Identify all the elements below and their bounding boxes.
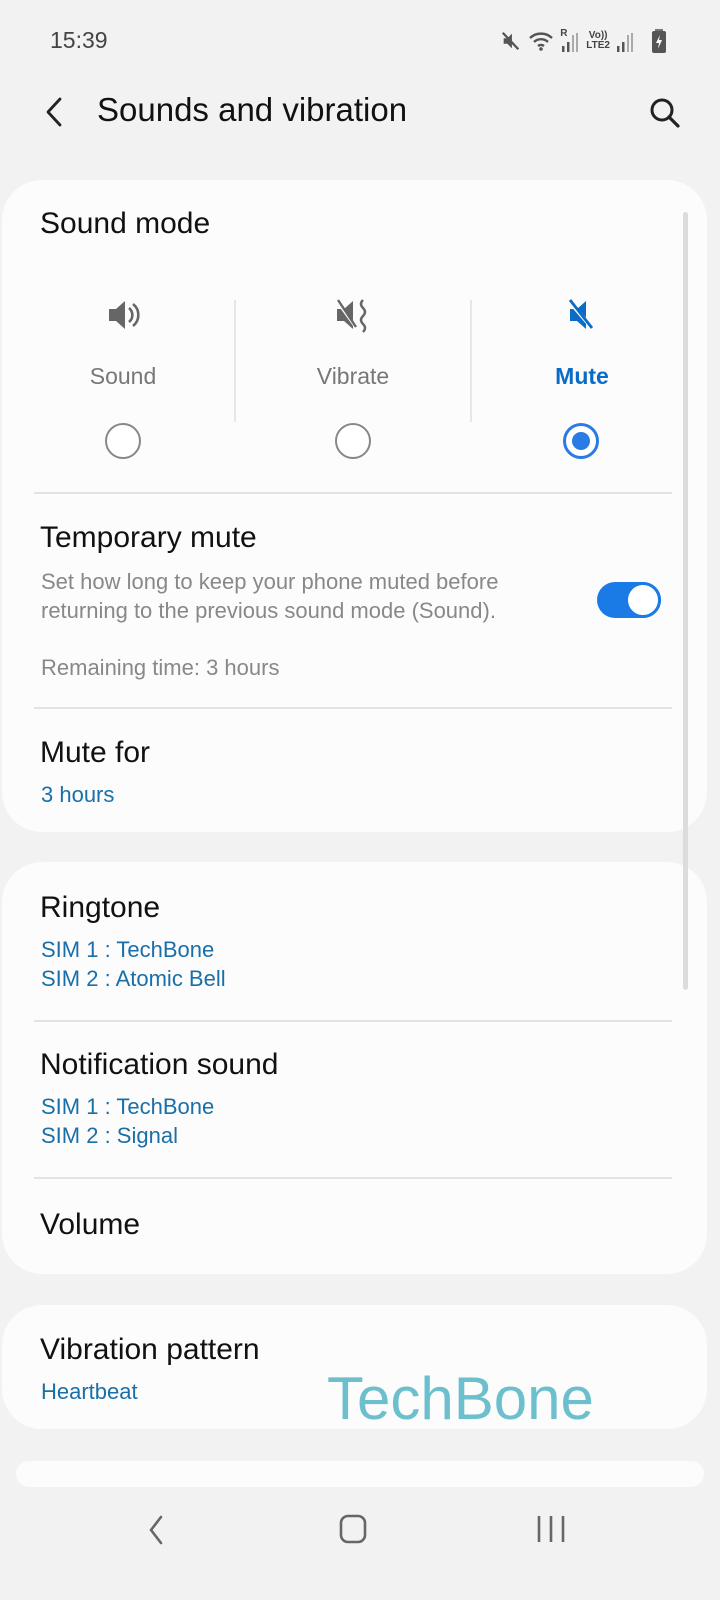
status-time: 15:39 <box>50 27 108 53</box>
scrollbar[interactable] <box>683 212 688 990</box>
search-icon <box>650 98 680 128</box>
watermark: TechBone <box>327 1365 594 1432</box>
speaker-icon <box>109 301 140 329</box>
ringtone-sim2: SIM 2 : Atomic Bell <box>41 966 226 991</box>
mute-label: Mute <box>555 363 609 389</box>
home-icon <box>339 1514 367 1544</box>
nav-recents-button[interactable] <box>527 1510 577 1550</box>
status-bar: 15:39 R Vo)) LTE2 <box>0 0 720 80</box>
notification-sound-title: Notification sound <box>40 1048 279 1081</box>
battery-charging-icon <box>652 29 666 53</box>
page-title: Sounds and vibration <box>97 91 408 128</box>
sim2-network-label: Vo)) LTE2 <box>586 31 610 51</box>
divider <box>34 492 672 494</box>
mute-for-title: Mute for <box>40 736 151 769</box>
lte2-label: LTE2 <box>586 40 610 51</box>
remaining-time: Remaining time: 3 hours <box>41 655 280 680</box>
volume-title: Volume <box>40 1208 141 1241</box>
chevron-left-icon <box>46 97 62 127</box>
sim1-signal-icon: R <box>560 29 580 53</box>
vibrate-icon <box>335 299 367 333</box>
toggle-knob <box>625 582 661 618</box>
ringtone-sim1: SIM 1 : TechBone <box>41 937 215 962</box>
divider <box>34 1020 672 1022</box>
temporary-mute-title: Temporary mute <box>40 521 257 554</box>
back-button[interactable] <box>40 92 70 132</box>
ringtone-title: Ringtone <box>40 891 161 924</box>
sound-mode-option-sound[interactable]: Sound <box>23 295 223 390</box>
temporary-mute-description-line1: Set how long to keep your phone muted be… <box>41 569 499 594</box>
vibrate-radio[interactable] <box>335 423 371 459</box>
sound-mode-card <box>2 180 707 832</box>
mode-separator <box>234 300 236 422</box>
wifi-icon <box>529 32 554 51</box>
notification-sound-sim2: SIM 2 : Signal <box>41 1123 178 1148</box>
sound-mode-option-vibrate[interactable]: Vibrate <box>253 295 453 390</box>
notification-sound-sim1: SIM 1 : TechBone <box>41 1094 215 1119</box>
nav-back-button[interactable] <box>133 1510 183 1550</box>
sound-radio[interactable] <box>105 423 141 459</box>
mute-icon <box>567 299 595 331</box>
divider <box>34 1177 672 1179</box>
status-icons: R Vo)) LTE2 <box>500 26 670 56</box>
vibration-pattern-title: Vibration pattern <box>40 1333 260 1366</box>
sound-label: Sound <box>89 363 157 389</box>
next-card-partial <box>16 1461 704 1487</box>
mute-for-value: 3 hours <box>41 782 115 807</box>
sim2-signal-icon <box>617 33 633 52</box>
vibration-pattern-value: Heartbeat <box>41 1379 138 1404</box>
temporary-mute-toggle[interactable] <box>597 582 661 618</box>
search-button[interactable] <box>647 95 683 131</box>
recents-icon <box>537 1516 565 1542</box>
sound-mode-option-mute[interactable]: Mute <box>482 295 682 390</box>
back-icon <box>149 1515 163 1545</box>
divider <box>34 707 672 709</box>
mute-radio[interactable] <box>563 423 599 459</box>
mute-icon <box>502 31 520 51</box>
sound-mode-title: Sound mode <box>40 207 211 240</box>
temporary-mute-description-line2: returning to the previous sound mode (So… <box>41 598 496 623</box>
nav-home-button[interactable] <box>328 1510 378 1550</box>
vibrate-label: Vibrate <box>316 363 390 389</box>
mode-separator <box>470 300 472 422</box>
